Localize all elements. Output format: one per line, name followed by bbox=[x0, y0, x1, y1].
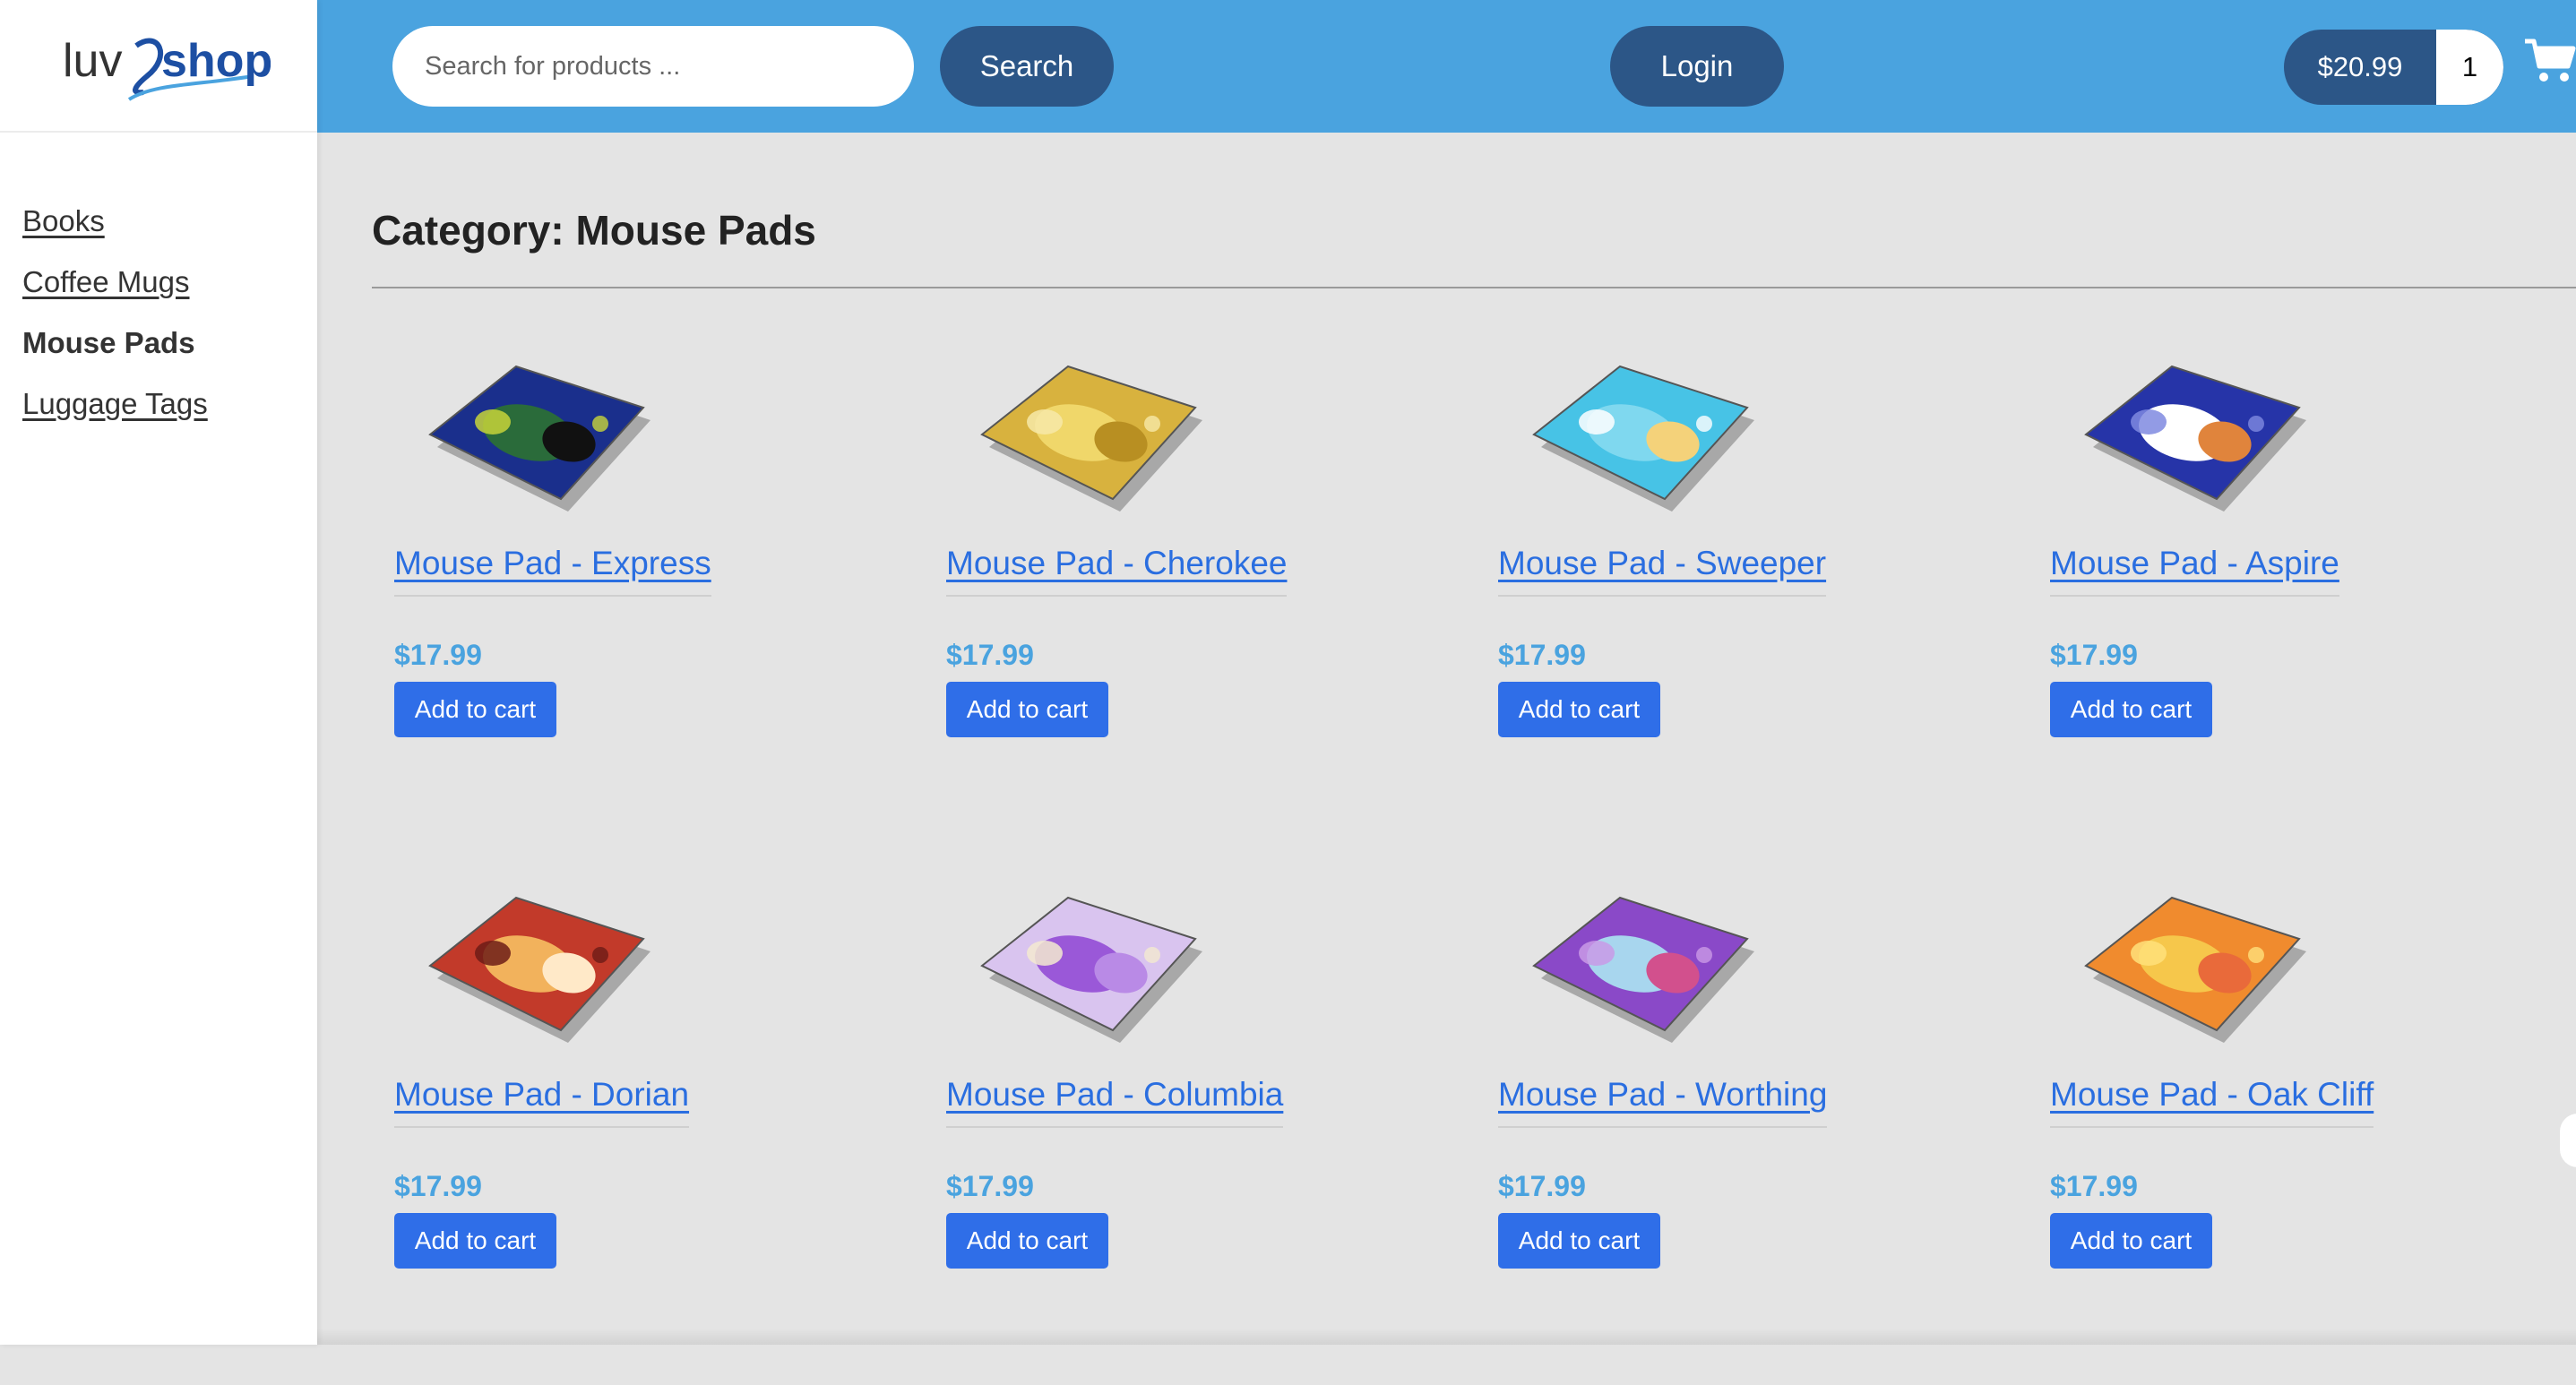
add-to-cart-button[interactable]: Add to cart bbox=[2050, 682, 2212, 737]
product-image[interactable] bbox=[412, 883, 654, 1054]
product-price: $17.99 bbox=[1498, 1170, 1586, 1202]
product-image[interactable] bbox=[1516, 352, 1758, 522]
search-button[interactable]: Search bbox=[940, 26, 1114, 107]
product-price: $17.99 bbox=[946, 639, 1034, 671]
shopping-cart-icon[interactable] bbox=[2523, 38, 2576, 84]
product-card: Mouse Pad - Columbia $17.99 Add to cart bbox=[946, 883, 1412, 1385]
top-header: Search Login $20.99 1 bbox=[317, 0, 2576, 133]
product-name-link[interactable]: Mouse Pad - Cherokee bbox=[946, 545, 1288, 597]
product-name-link[interactable]: Mouse Pad - Columbia bbox=[946, 1076, 1284, 1128]
product-price: $17.99 bbox=[2050, 1170, 2138, 1202]
cart-status[interactable]: $20.99 1 bbox=[2284, 30, 2503, 105]
product-price: $17.99 bbox=[946, 1170, 1034, 1202]
svg-text:luv: luv bbox=[63, 35, 122, 87]
product-name-link[interactable]: Mouse Pad - Dorian bbox=[394, 1076, 690, 1128]
luv2shop-logo[interactable]: luv shop bbox=[0, 0, 317, 133]
sidebar: luv shop Books Coffee Mugs Mouse Pads Lugga… bbox=[0, 0, 317, 1345]
sidebar-item-coffee-mugs[interactable]: Coffee Mugs bbox=[22, 267, 208, 297]
add-to-cart-button[interactable]: Add to cart bbox=[946, 1213, 1108, 1269]
product-card: Mouse Pad - Sweeper $17.99 Add to cart bbox=[1498, 352, 1964, 854]
title-divider bbox=[372, 287, 2576, 288]
page-title: Category: Mouse Pads bbox=[372, 207, 816, 254]
product-card: Mouse Pad - Aspire $17.99 Add to cart bbox=[2050, 352, 2516, 854]
login-button[interactable]: Login bbox=[1610, 26, 1784, 107]
product-image[interactable] bbox=[2068, 352, 2310, 522]
product-name-link[interactable]: Mouse Pad - Worthing bbox=[1498, 1076, 1828, 1128]
product-image[interactable] bbox=[964, 883, 1206, 1054]
logo-mark: luv shop bbox=[63, 35, 271, 101]
cart-total-price: $20.99 bbox=[2317, 51, 2403, 82]
product-image[interactable] bbox=[412, 352, 654, 522]
product-image[interactable] bbox=[1516, 883, 1758, 1054]
product-name-link[interactable]: Mouse Pad - Express bbox=[394, 545, 711, 597]
product-name-link[interactable]: Mouse Pad - Sweeper bbox=[1498, 545, 1827, 597]
add-to-cart-button[interactable]: Add to cart bbox=[394, 682, 556, 737]
add-to-cart-button[interactable]: Add to cart bbox=[394, 1213, 556, 1269]
product-card: Mouse Pad - Oak Cliff $17.99 Add to cart bbox=[2050, 883, 2516, 1385]
product-price: $17.99 bbox=[2050, 639, 2138, 671]
product-image[interactable] bbox=[2068, 883, 2310, 1054]
product-price: $17.99 bbox=[394, 1170, 482, 1202]
product-card: Mouse Pad - Worthing $17.99 Add to cart bbox=[1498, 883, 1964, 1385]
product-image[interactable] bbox=[964, 352, 1206, 522]
product-name-link[interactable]: Mouse Pad - Aspire bbox=[2050, 545, 2339, 597]
product-price: $17.99 bbox=[1498, 639, 1586, 671]
product-card: Mouse Pad - Dorian $17.99 Add to cart bbox=[394, 883, 860, 1385]
product-name-link[interactable]: Mouse Pad - Oak Cliff bbox=[2050, 1076, 2374, 1128]
product-price: $17.99 bbox=[394, 639, 482, 671]
product-card: Mouse Pad - Express $17.99 Add to cart bbox=[394, 352, 860, 854]
add-to-cart-button[interactable]: Add to cart bbox=[1498, 1213, 1660, 1269]
svg-text:shop: shop bbox=[161, 35, 271, 87]
search-input[interactable] bbox=[392, 26, 914, 107]
add-to-cart-button[interactable]: Add to cart bbox=[1498, 682, 1660, 737]
main-content: Category: Mouse Pads Mouse Pad - Express… bbox=[317, 133, 2576, 1345]
sidebar-item-mouse-pads[interactable]: Mouse Pads bbox=[22, 328, 208, 357]
scroll-handle[interactable] bbox=[2560, 1114, 2576, 1167]
scroll-shadow bbox=[317, 1329, 2576, 1345]
add-to-cart-button[interactable]: Add to cart bbox=[946, 682, 1108, 737]
product-card: Mouse Pad - Cherokee $17.99 Add to cart bbox=[946, 352, 1412, 854]
category-menu: Books Coffee Mugs Mouse Pads Luggage Tags bbox=[22, 206, 208, 450]
cart-quantity-badge: 1 bbox=[2436, 30, 2503, 105]
sidebar-item-luggage-tags[interactable]: Luggage Tags bbox=[22, 389, 208, 418]
add-to-cart-button[interactable]: Add to cart bbox=[2050, 1213, 2212, 1269]
sidebar-item-books[interactable]: Books bbox=[22, 206, 208, 236]
